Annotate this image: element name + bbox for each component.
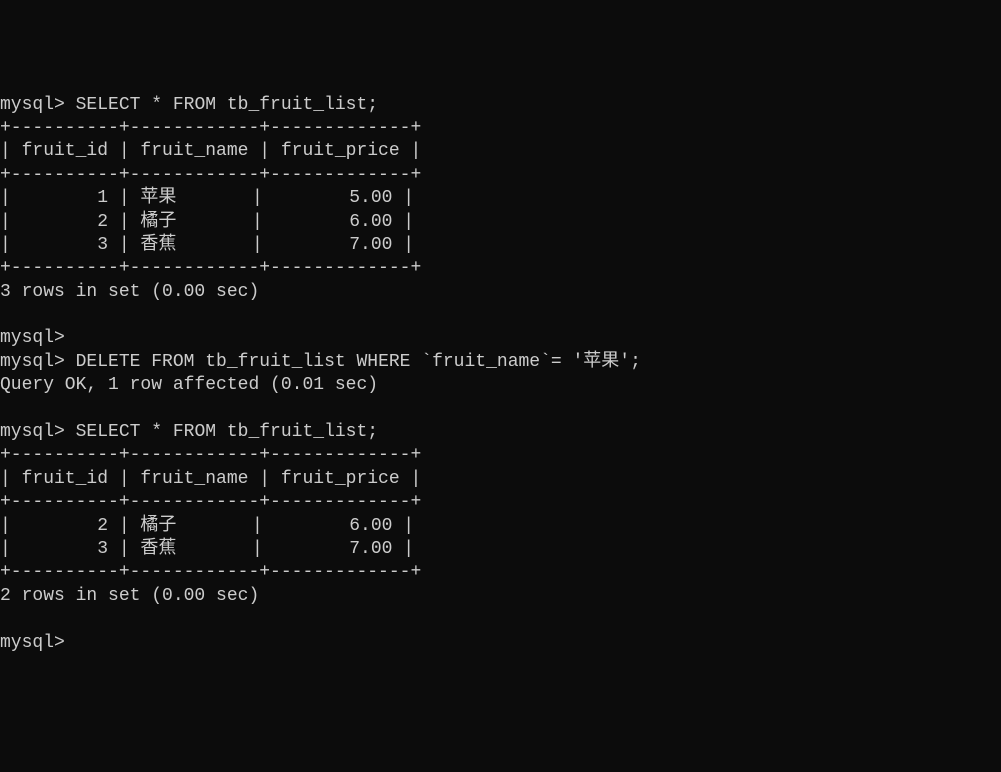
table-row: | 3 | 香蕉 | 7.00 | bbox=[0, 539, 414, 559]
table-border: +----------+------------+-------------+ bbox=[0, 492, 421, 512]
table-border: +----------+------------+-------------+ bbox=[0, 562, 421, 582]
query-result: 2 rows in set (0.00 sec) bbox=[0, 586, 259, 606]
prompt: mysql> bbox=[0, 328, 65, 348]
table-row: | 2 | 橘子 | 6.00 | bbox=[0, 516, 414, 536]
query-result: 3 rows in set (0.00 sec) bbox=[0, 282, 259, 302]
table-header: | fruit_id | fruit_name | fruit_price | bbox=[0, 469, 421, 489]
query-result: Query OK, 1 row affected (0.01 sec) bbox=[0, 375, 378, 395]
table-header: | fruit_id | fruit_name | fruit_price | bbox=[0, 141, 421, 161]
sql-query: SELECT * FROM tb_fruit_list; bbox=[76, 95, 378, 115]
sql-query: DELETE FROM tb_fruit_list WHERE `fruit_n… bbox=[76, 352, 641, 372]
table-border: +----------+------------+-------------+ bbox=[0, 118, 421, 138]
table-border: +----------+------------+-------------+ bbox=[0, 445, 421, 465]
table-row: | 1 | 苹果 | 5.00 | bbox=[0, 188, 414, 208]
prompt: mysql> bbox=[0, 422, 65, 442]
prompt[interactable]: mysql> bbox=[0, 633, 65, 653]
table-border: +----------+------------+-------------+ bbox=[0, 258, 421, 278]
table-row: | 3 | 香蕉 | 7.00 | bbox=[0, 235, 414, 255]
terminal-output: mysql> SELECT * FROM tb_fruit_list; +---… bbox=[0, 94, 1001, 655]
sql-query: SELECT * FROM tb_fruit_list; bbox=[76, 422, 378, 442]
prompt: mysql> bbox=[0, 95, 65, 115]
table-border: +----------+------------+-------------+ bbox=[0, 165, 421, 185]
table-row: | 2 | 橘子 | 6.00 | bbox=[0, 212, 414, 232]
prompt: mysql> bbox=[0, 352, 65, 372]
